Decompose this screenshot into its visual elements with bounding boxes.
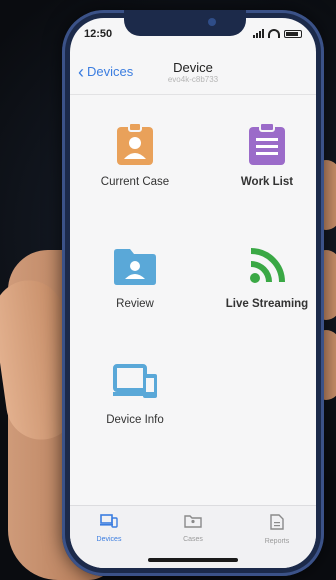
tile-live-streaming[interactable]: Live Streaming	[212, 240, 316, 310]
tile-current-case[interactable]: Current Case	[80, 118, 190, 188]
cases-tab-icon	[184, 515, 202, 528]
broadcast-icon	[212, 240, 316, 292]
app-screen: 12:50 ‹ Devices Device evo4k-c8b733 Curr…	[70, 18, 316, 568]
camera-icon	[208, 18, 216, 26]
tile-label: Current Case	[100, 176, 170, 188]
tile-device-info[interactable]: Device Info	[80, 356, 190, 426]
status-time: 12:50	[84, 28, 113, 40]
tile-work-list[interactable]: Work List	[212, 118, 316, 188]
status-icons	[253, 29, 302, 38]
tab-cases[interactable]: Cases	[158, 514, 228, 543]
tile-label: Live Streaming	[225, 298, 309, 310]
notch	[124, 10, 246, 36]
tab-label: Devices	[96, 536, 122, 543]
home-indicator[interactable]	[148, 558, 238, 562]
tile-label: Review	[116, 298, 154, 310]
badge-icon	[80, 118, 190, 170]
tab-label: Cases	[183, 536, 203, 543]
document-icon	[270, 514, 284, 530]
tab-bar: Devices Cases Reports	[70, 505, 316, 568]
devices-icon	[80, 356, 190, 408]
battery-icon	[284, 29, 302, 38]
tile-label: Work List	[240, 176, 294, 188]
tab-devices[interactable]: Devices	[74, 514, 144, 543]
device-id: evo4k-c8b733	[167, 75, 219, 84]
wifi-icon	[268, 29, 280, 38]
tile-label: Device Info	[106, 414, 164, 426]
navigation-bar: ‹ Devices Device evo4k-c8b733	[70, 54, 316, 95]
signal-icon	[253, 29, 264, 38]
tile-review[interactable]: Review	[80, 240, 190, 310]
folder-user-icon	[80, 240, 190, 292]
tab-reports[interactable]: Reports	[242, 514, 312, 545]
clipboard-icon	[212, 118, 316, 170]
phone-frame: 12:50 ‹ Devices Device evo4k-c8b733 Curr…	[62, 10, 324, 576]
page-title: Device	[173, 60, 213, 75]
devices-tab-icon	[100, 514, 118, 528]
tab-label: Reports	[264, 538, 290, 545]
